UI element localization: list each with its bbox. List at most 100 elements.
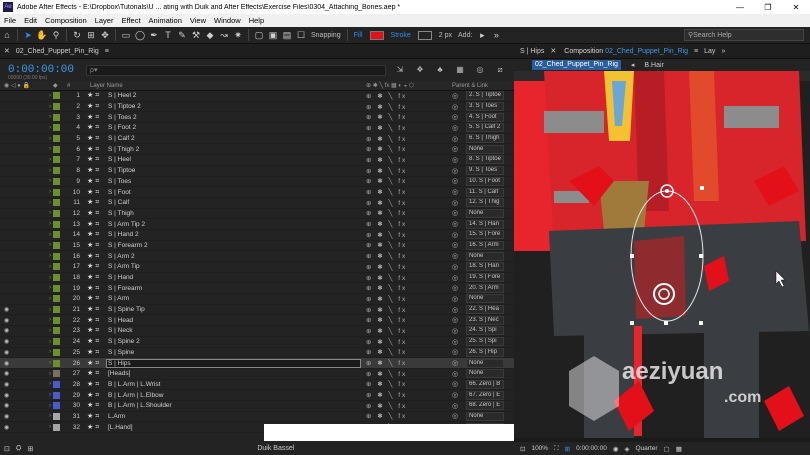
layer-name[interactable]: S | Foot [108,189,131,196]
layer-switches[interactable]: ⊕ ✱ ╲ fx [366,306,407,314]
layer-switches[interactable]: ⊕ ✱ ╲ fx [366,252,407,260]
pick-whip-icon[interactable]: ◎ [452,145,458,153]
snapping-checkbox[interactable]: ☐ [294,28,308,42]
layer-switches[interactable]: ⊕ ✱ ╲ fx [366,274,407,282]
local-axis-mode-icon[interactable]: ▢ [252,28,266,42]
menu-window[interactable]: Window [214,16,241,25]
layer-name[interactable]: S | Heel 2 [108,92,136,99]
twirl-chevron-icon[interactable]: › [49,168,51,174]
layer-switches[interactable]: ⊕ ✱ ╲ fx [366,167,407,175]
pick-whip-icon[interactable]: ◎ [452,316,458,324]
layer-search-input[interactable]: ρ▾ [86,64,387,76]
layer-switches[interactable]: ⊕ ✱ ╲ fx [366,177,407,185]
graph-editor-icon[interactable]: ⧄ [490,65,510,75]
label-color-swatch[interactable] [53,199,60,207]
layer-switches[interactable]: ⊕ ✱ ╲ fx [366,348,407,356]
pick-whip-icon[interactable]: ◎ [452,327,458,335]
parent-link-select[interactable]: 3. S | Toes [466,102,504,112]
layer-switches[interactable]: ⊕ ✱ ╲ fx [366,145,407,153]
home-icon[interactable]: ⌂ [0,28,14,42]
layer-switches[interactable]: ⊕ ✱ ╲ fx [366,402,407,410]
layer-switches[interactable]: ⊕ ✱ ╲ fx [366,370,407,378]
layer-name[interactable]: S | Tiptoe 2 [108,103,141,110]
composition-viewer[interactable]: aeziyuan .com [514,71,810,438]
twirl-chevron-icon[interactable]: › [49,125,51,131]
parent-link-select[interactable]: None [466,369,504,379]
layer-switches[interactable]: ⊕ ✱ ╲ fx [366,327,407,335]
twirl-chevron-icon[interactable]: › [49,93,51,99]
label-color-swatch[interactable] [53,306,60,314]
layer-name[interactable]: B | L.Arm | L.Shoulder [108,402,172,409]
layer-name[interactable]: S | Neck [108,327,132,334]
layer-name[interactable]: S | Heel [108,156,131,163]
eye-visibility-icon[interactable]: ◉ [4,317,12,324]
label-color-swatch[interactable] [53,284,60,292]
twirl-chevron-icon[interactable]: › [49,114,51,120]
pick-whip-icon[interactable]: ◎ [452,380,458,388]
add-label[interactable]: Add: [458,32,472,39]
label-color-swatch[interactable] [53,295,60,303]
eye-visibility-icon[interactable]: ◉ [4,370,12,377]
layer-switches[interactable]: ⊕ ✱ ╲ fx [366,316,407,324]
twirl-chevron-icon[interactable]: › [49,349,51,355]
parent-link-select[interactable]: 24. S | Spi [466,326,504,336]
parent-link-select[interactable]: 12. S | Thig [466,198,504,208]
layer-row[interactable]: ◉ › 21 ★ ⌗ S | Spine Tip ⊕ ✱ ╲ fx ◎ 22. S | Hea [0,305,514,316]
rotate-tool-icon[interactable]: ↻ [70,28,84,42]
hand-tool-icon[interactable]: ✋ [35,28,49,42]
eye-visibility-icon[interactable]: ◉ [4,327,12,334]
layer-row[interactable]: › 1 ★ ⌗ S | Heel 2 ⊕ ✱ ╲ fx ◎ 2. S | Tiptoe [0,91,514,102]
twirl-chevron-icon[interactable]: › [49,232,51,238]
parent-link-select[interactable]: 22. S | Hea [466,305,504,315]
parent-link-select[interactable]: 66. Zero | B [466,379,504,389]
world-axis-mode-icon[interactable]: ▣ [266,28,280,42]
twirl-chevron-icon[interactable]: › [49,307,51,313]
twirl-chevron-icon[interactable]: › [49,264,51,270]
transparency-grid-icon[interactable]: ▦ [676,445,682,453]
layer-row[interactable]: › 12 ★ ⌗ S | Thigh ⊕ ✱ ╲ fx ◎ None [0,208,514,220]
twirl-chevron-icon[interactable]: › [49,339,51,345]
layer-name[interactable]: S | Tiptoe [108,167,135,174]
pick-whip-icon[interactable]: ◎ [452,209,458,217]
pick-whip-icon[interactable]: ◎ [452,135,458,143]
layer-name[interactable]: S | Forearm [108,285,142,292]
twirl-chevron-icon[interactable]: › [49,392,51,398]
view-axis-mode-icon[interactable]: ▤ [280,28,294,42]
twirl-chevron-icon[interactable]: › [49,178,51,184]
layer-name[interactable]: S | Spine [108,349,134,356]
layer-switches[interactable]: ⊕ ✱ ╲ fx [366,263,407,271]
layer-row[interactable]: › 9 ★ ⌗ S | Toes ⊕ ✱ ╲ fx ◎ 10. S | Foot [0,176,514,188]
layer-switches[interactable]: ⊕ ✱ ╲ fx [366,231,407,239]
parent-link-select[interactable]: 68. Zero | E [466,401,504,411]
twirl-chevron-icon[interactable]: › [49,381,51,387]
layer-name[interactable]: [Heads] [108,370,130,377]
layer-name[interactable]: S | Foot 2 [108,124,136,131]
layer-name[interactable]: S | Toes 2 [108,114,137,121]
close-tab-icon[interactable]: ✕ [4,47,10,55]
layer-name[interactable]: S | Spine Tip [108,306,145,313]
layer-row[interactable]: › 19 ★ ⌗ S | Forearm ⊕ ✱ ╲ fx ◎ 20. S | Arm [0,283,514,295]
layer-switches[interactable]: ⊕ ✱ ╲ fx [366,199,407,207]
fill-label[interactable]: Fill [354,32,363,39]
layer-row[interactable]: ◉ › 26 ★ ⌗ S | Hips ⊕ ✱ ╲ fx ◎ None [0,358,514,369]
twirl-chevron-icon[interactable]: › [49,328,51,334]
layer-switches[interactable]: ⊕ ✱ ╲ fx [366,295,407,303]
layer-switches[interactable]: ⊕ ✱ ╲ fx [366,391,407,399]
menu-help[interactable]: Help [249,16,264,25]
twirl-chevron-icon[interactable]: › [49,360,51,366]
eye-visibility-icon[interactable]: ◉ [4,349,12,356]
layer-name[interactable]: S | Calf [108,199,129,206]
eye-visibility-icon[interactable]: ◉ [4,360,12,367]
layer-row[interactable]: ◉ › 22 ★ ⌗ S | Head ⊕ ✱ ╲ fx ◎ 23. S | Nec [0,315,514,327]
twirl-chevron-icon[interactable]: › [49,157,51,163]
parent-link-select[interactable]: 11. S | Calf [466,187,504,197]
flowchart-toggle-icon[interactable]: ⊞ [27,445,33,453]
parent-link-select[interactable]: 6. S | Thigh [466,134,504,144]
camera-tool-icon[interactable]: ⊞ [84,28,98,42]
layer-row[interactable]: › 17 ★ ⌗ S | Arm Tip ⊕ ✱ ╲ fx ◎ 18. S | Han [0,262,514,273]
layer-name[interactable]: S | Thigh 2 [108,146,139,153]
pick-whip-icon[interactable]: ◎ [452,306,458,314]
label-color-swatch[interactable] [53,423,60,431]
minimize-button[interactable]: — [726,3,754,12]
label-color-swatch[interactable] [53,412,60,420]
